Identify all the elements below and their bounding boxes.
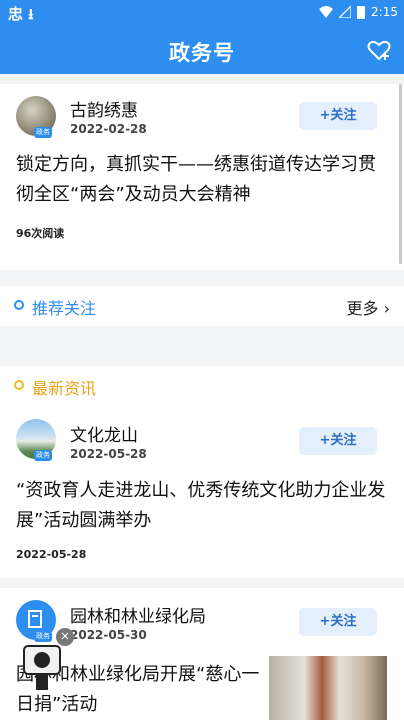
chevron-right-icon: ›: [378, 299, 390, 318]
close-icon[interactable]: ✕: [56, 628, 74, 646]
read-count: 96次阅读: [16, 227, 65, 240]
post-date: 2022-02-28: [70, 122, 147, 136]
latest-dot-icon: [14, 380, 24, 390]
account-name[interactable]: 园林和林业绿化局: [70, 602, 206, 627]
account-avatar[interactable]: 政务: [16, 600, 56, 642]
news-card[interactable]: 政务 古韵绣惠 2022-02-28 +关注 锁定方向，真抓实干——绣惠街道传达…: [0, 84, 404, 270]
avatar-badge: 政务: [34, 127, 52, 138]
scrollbar[interactable]: [399, 84, 402, 264]
recommend-label: 推荐关注: [32, 299, 97, 318]
favorite-add-icon[interactable]: [366, 37, 392, 63]
status-bar: 忠 ⭳ 2:15: [0, 0, 404, 26]
battery-icon: [357, 5, 366, 19]
signal-icon: [339, 6, 352, 18]
news-headline[interactable]: “资政育人走进龙山、优秀传统文化助力企业发展”活动圆满举办: [16, 476, 388, 536]
post-date: 2022-05-28: [70, 447, 147, 461]
latest-label: 最新资讯: [32, 379, 97, 398]
wifi-icon: [319, 6, 334, 18]
account-avatar[interactable]: 政务: [16, 96, 56, 138]
post-date-footer: 2022-05-28: [16, 548, 87, 561]
app-header: 政务号: [0, 26, 404, 74]
post-date: 2022-05-30: [70, 628, 147, 642]
page-title: 政务号: [169, 41, 235, 65]
more-link[interactable]: 更多 ›: [347, 295, 391, 319]
status-right: 2:15: [319, 5, 398, 19]
latest-section: 最新资讯 政务 文化龙山 2022-05-28 +关注 “资政育人走进龙山、优秀…: [0, 366, 404, 578]
recommend-row: 推荐关注 更多 ›: [0, 286, 404, 326]
follow-button[interactable]: +关注: [299, 427, 377, 455]
follow-button[interactable]: +关注: [299, 102, 377, 130]
clock: 2:15: [371, 5, 398, 19]
account-name[interactable]: 文化龙山: [70, 421, 138, 446]
account-name[interactable]: 古韵绣惠: [70, 96, 138, 121]
avatar-badge: 政务: [34, 450, 52, 461]
news-thumbnail[interactable]: [269, 656, 387, 720]
recommend-dot-icon: [14, 300, 24, 310]
more-label: 更多: [346, 299, 379, 318]
camera-icon[interactable]: [22, 640, 62, 692]
account-avatar[interactable]: 政务: [16, 419, 56, 461]
news-headline[interactable]: 锁定方向，真抓实干——绣惠街道传达学习贯彻全区“两会”及动员大会精神: [16, 150, 388, 210]
follow-button[interactable]: +关注: [299, 608, 377, 636]
